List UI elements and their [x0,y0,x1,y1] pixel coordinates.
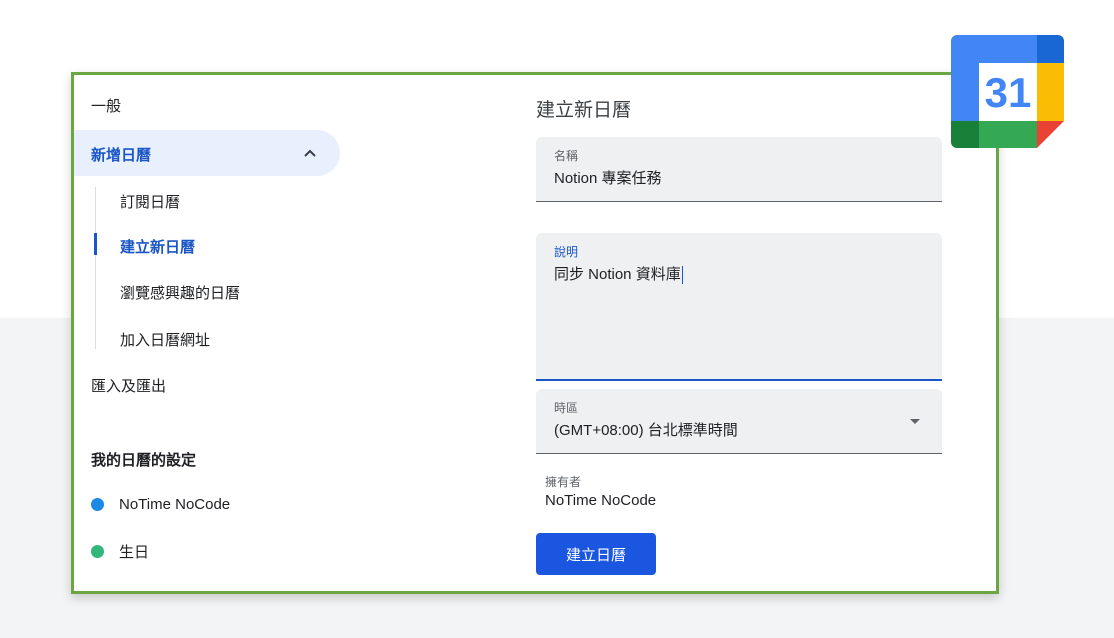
chevron-up-icon[interactable] [300,143,320,163]
logo-day-number: 31 [985,69,1032,116]
page-title: 建立新日曆 [536,100,632,121]
nav-subitem-from-url[interactable]: 加入日曆網址 [120,329,210,350]
nav-item-add-calendar-label: 新增日曆 [91,147,152,164]
calendar-item-label: 生日 [119,543,150,561]
timezone-select-value: (GMT+08:00) 台北標準時間 [554,422,738,439]
description-text: 同步 Notion 資料庫 [554,266,681,283]
description-field-value[interactable]: 同步 Notion 資料庫 [554,263,683,285]
nav-subitem-browse[interactable]: 瀏覽感興趣的日曆 [120,282,240,303]
google-calendar-logo-icon: 31 [951,35,1064,148]
calendar-item-notime[interactable]: NoTime NoCode [91,493,230,515]
calendar-color-dot [91,497,104,511]
description-field[interactable]: 說明 同步 Notion 資料庫 [536,233,942,381]
create-calendar-button[interactable]: 建立日曆 [536,533,656,575]
dropdown-arrow-icon[interactable] [910,419,920,424]
settings-panel: 一般 新增日曆 訂閱日曆 建立新日曆 瀏覽感興趣的日曆 加入日曆網址 匯入及匯出… [71,72,999,594]
nav-subitem-create-new[interactable]: 建立新日曆 [120,236,195,257]
calendar-item-birthday[interactable]: 生日 [91,540,149,562]
description-field-label: 說明 [554,245,579,259]
nav-item-import-export[interactable]: 匯入及匯出 [91,375,166,396]
nav-item-general[interactable]: 一般 [91,95,121,116]
nav-item-add-calendar[interactable]: 新增日曆 [74,130,340,176]
calendar-item-label: NoTime NoCode [119,495,231,513]
nav-subitem-subscribe[interactable]: 訂閱日曆 [120,191,180,212]
timezone-select-label: 時區 [554,401,579,415]
owner-label: 擁有者 [545,475,582,489]
name-field[interactable]: 名稱 Notion 專案任務 [536,137,942,202]
timezone-select[interactable]: 時區 (GMT+08:00) 台北標準時間 [536,389,942,454]
my-calendars-heading: 我的日曆的設定 [91,452,197,469]
submenu-active-indicator [94,233,97,255]
submenu-divider [95,187,96,349]
calendar-color-dot [91,544,104,558]
text-caret [681,266,683,285]
name-field-value[interactable]: Notion 專案任務 [554,167,662,188]
name-field-label: 名稱 [554,149,579,163]
owner-value: NoTime NoCode [545,492,657,509]
